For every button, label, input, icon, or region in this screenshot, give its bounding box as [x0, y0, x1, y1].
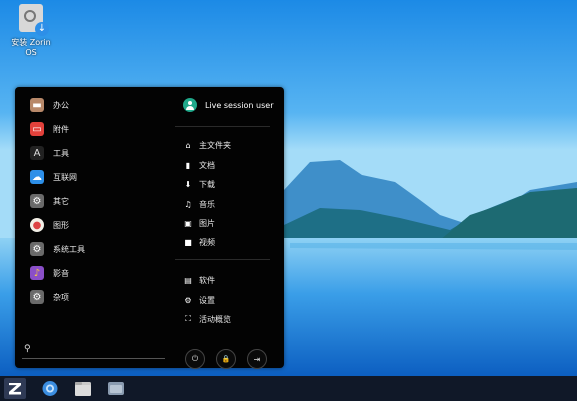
overview-icon: ⛶	[185, 314, 191, 323]
category-graphics[interactable]: ● 图形	[30, 214, 69, 236]
category-system-tools[interactable]: ⚙ 系统工具	[30, 238, 85, 260]
category-accessories[interactable]: ▭ 附件	[30, 118, 69, 140]
search-field[interactable]: ⚲	[22, 340, 165, 359]
category-sound-video[interactable]: ♪ 影音	[30, 262, 69, 284]
place-music[interactable]: ♫ 音乐	[183, 195, 215, 213]
system-label: 活动概览	[199, 314, 231, 324]
start-menu: ▬ 办公 ▭ 附件 A 工具 ☁ 互联网 ⚙ 其它 ● 图形 ⚙ 系统工具 ♪ …	[15, 87, 284, 369]
search-input[interactable]	[34, 343, 149, 355]
place-label: 文档	[199, 160, 215, 170]
category-other[interactable]: ⚙ 其它	[30, 190, 69, 212]
category-tools[interactable]: A 工具	[30, 142, 69, 164]
search-icon: ⚲	[24, 344, 31, 354]
category-label: 工具	[53, 148, 69, 158]
download-icon: ⬇	[184, 179, 192, 189]
system-label: 软件	[199, 275, 215, 285]
home-icon: ⌂	[185, 140, 191, 150]
divider	[175, 259, 270, 260]
place-downloads[interactable]: ⬇ 下载	[183, 175, 215, 193]
logout-icon: ⇥	[253, 354, 261, 364]
files-icon[interactable]	[74, 380, 92, 397]
user-avatar-icon	[183, 98, 197, 112]
toolbox-icon: ▭	[30, 122, 44, 136]
lock-button[interactable]: 🔒	[216, 349, 236, 369]
zorin-logo-icon	[9, 382, 21, 395]
start-menu-button[interactable]	[4, 378, 26, 399]
briefcase-icon: ▬	[30, 98, 44, 112]
system-activities-overview[interactable]: ⛶ 活动概览	[183, 310, 231, 328]
music-icon: ♫	[184, 199, 192, 209]
gear-icon: ⚙	[30, 290, 44, 304]
document-icon: ▮	[185, 160, 191, 170]
place-label: 下载	[199, 179, 215, 189]
tools-icon: A	[30, 146, 44, 160]
system-label: 设置	[199, 295, 215, 305]
system-settings[interactable]: ⚙ 设置	[183, 291, 215, 309]
palette-icon: ●	[30, 218, 44, 232]
category-label: 影音	[53, 268, 69, 278]
place-pictures[interactable]: ▣ 图片	[183, 214, 215, 232]
cloud-icon: ☁	[30, 170, 44, 184]
download-badge-icon: ↓	[35, 22, 49, 36]
place-home[interactable]: ⌂ 主文件夹	[183, 136, 231, 154]
settings-icon: ⚙	[30, 242, 44, 256]
place-label: 图片	[199, 218, 215, 228]
category-label: 附件	[53, 124, 69, 134]
software-store-icon[interactable]	[107, 380, 125, 397]
desktop-icon-install-zorin[interactable]: ↓ 安装 Zorin OS	[10, 4, 52, 58]
divider	[175, 126, 270, 127]
power-icon: ⏻	[191, 354, 199, 363]
browser-icon[interactable]	[41, 380, 59, 397]
disk-install-icon: ↓	[19, 4, 49, 36]
media-icon: ♪	[30, 266, 44, 280]
taskbar	[0, 376, 577, 401]
system-software[interactable]: ▤ 软件	[183, 271, 215, 289]
place-label: 主文件夹	[199, 140, 231, 150]
place-label: 音乐	[199, 199, 215, 209]
category-internet[interactable]: ☁ 互联网	[30, 166, 77, 188]
software-icon: ▤	[184, 275, 192, 285]
place-label: 视频	[199, 237, 215, 247]
category-label: 互联网	[53, 172, 77, 182]
category-misc[interactable]: ⚙ 杂项	[30, 286, 69, 308]
gear-icon: ⚙	[30, 194, 44, 208]
place-videos[interactable]: ■ 视频	[183, 233, 215, 251]
category-office[interactable]: ▬ 办公	[30, 94, 69, 116]
video-icon: ■	[184, 237, 192, 247]
desktop-icon-label: 安装 Zorin OS	[11, 38, 51, 57]
user-name: Live session user	[205, 100, 274, 110]
lock-icon: 🔒	[221, 355, 231, 363]
category-label: 其它	[53, 196, 69, 206]
place-documents[interactable]: ▮ 文档	[183, 156, 215, 174]
user-account[interactable]: Live session user	[183, 98, 273, 112]
category-label: 图形	[53, 220, 69, 230]
category-label: 系统工具	[53, 244, 85, 254]
category-label: 办公	[53, 100, 69, 110]
logout-button[interactable]: ⇥	[247, 349, 267, 369]
category-label: 杂项	[53, 292, 69, 302]
power-button[interactable]: ⏻	[185, 349, 205, 369]
picture-icon: ▣	[184, 218, 192, 228]
settings-icon: ⚙	[184, 295, 192, 305]
